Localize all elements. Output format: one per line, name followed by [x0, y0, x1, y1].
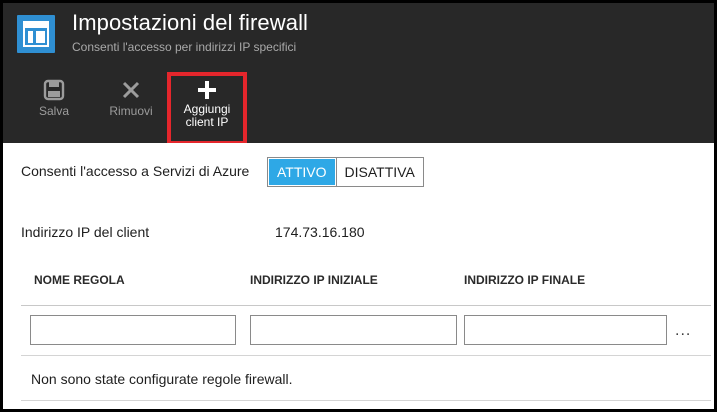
close-icon	[122, 81, 140, 99]
remove-button[interactable]: Rimuovi	[99, 71, 163, 141]
save-icon	[43, 79, 65, 101]
save-button[interactable]: Salva	[29, 71, 79, 141]
client-ip-value: 174.73.16.180	[275, 224, 365, 240]
firewall-blade-icon	[17, 15, 55, 53]
blade-content: Consenti l'accesso a Servizi di Azure AT…	[3, 143, 714, 409]
page-subtitle: Consenti l'accesso per indirizzi IP spec…	[72, 40, 297, 54]
rule-name-input[interactable]	[30, 315, 236, 345]
empty-rules-message: Non sono state configurate regole firewa…	[31, 371, 293, 387]
header-divider	[21, 305, 711, 306]
azure-access-label: Consenti l'accesso a Servizi di Azure	[21, 163, 250, 179]
firewall-settings-window: Impostazioni del firewall Consenti l'acc…	[0, 0, 717, 412]
blade-header: Impostazioni del firewall Consenti l'acc…	[3, 3, 714, 145]
row-more-button[interactable]: ...	[675, 322, 691, 340]
add-client-ip-label-line2: client IP	[185, 115, 229, 129]
plus-icon	[198, 81, 216, 99]
client-ip-label: Indirizzo IP del client	[21, 224, 150, 240]
column-header-rule-name: NOME REGOLA	[34, 273, 125, 287]
page-title: Impostazioni del firewall	[72, 10, 309, 35]
azure-access-off-option[interactable]: DISATTIVA	[335, 158, 423, 186]
remove-label: Rimuovi	[109, 104, 153, 118]
start-ip-input[interactable]	[250, 315, 457, 345]
column-header-start-ip: INDIRIZZO IP INIZIALE	[250, 273, 378, 287]
add-client-ip-button[interactable]: Aggiungi client IP	[167, 72, 247, 145]
end-ip-input[interactable]	[464, 315, 667, 345]
azure-access-on-option[interactable]: ATTIVO	[268, 158, 336, 186]
save-label: Salva	[38, 104, 70, 118]
azure-access-toggle: ATTIVO DISATTIVA	[267, 157, 424, 187]
bottom-divider	[21, 400, 711, 401]
column-header-end-ip: INDIRIZZO IP FINALE	[464, 273, 586, 287]
row-divider	[21, 355, 711, 356]
